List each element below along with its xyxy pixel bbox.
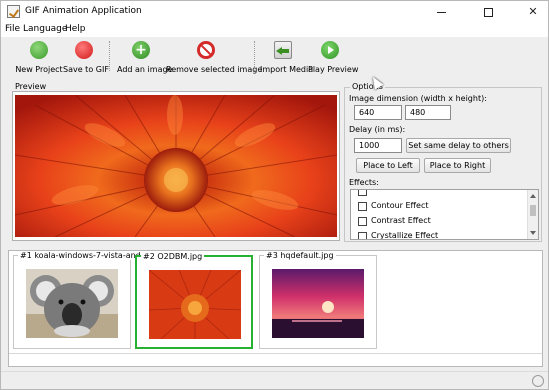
place-to-right-button[interactable]: Place to Right (424, 158, 491, 173)
status-bar (1, 371, 548, 389)
effect-row[interactable] (358, 190, 371, 200)
play-preview-label: Play Preview (308, 65, 359, 74)
menu-bar: File Language Help (1, 23, 548, 37)
red-circle-icon (75, 41, 93, 59)
menu-help[interactable]: Help (65, 24, 86, 34)
no-entry-icon (197, 41, 215, 59)
remove-image-label: Remove selected image (166, 65, 263, 74)
contrast-effect-label: Contrast Effect (371, 216, 431, 225)
frame-title: #1 koala-windows-7-vista-and-... (18, 251, 154, 260)
chrysanthemum-image (149, 270, 241, 339)
frame-card-2[interactable]: #2 O2DBM.jpg (135, 252, 253, 349)
contrast-effect-checkbox[interactable] (358, 216, 367, 226)
frames-panel: #1 koala-windows-7-vista-and-... #2 O2DB… (8, 250, 543, 367)
frame-title: #3 hqdefault.jpg (264, 251, 336, 260)
frame-card-1[interactable]: #1 koala-windows-7-vista-and-... (13, 251, 154, 349)
scroll-down-icon[interactable] (530, 231, 536, 235)
effect-row-contrast[interactable]: Contrast Effect (358, 216, 431, 230)
close-button[interactable]: ✕ (516, 1, 548, 23)
window-title: GIF Animation Application (25, 6, 142, 16)
close-icon: ✕ (528, 5, 538, 18)
koala-thumbnail (26, 269, 118, 338)
app-icon (7, 5, 20, 18)
set-same-delay-button[interactable]: Set same delay to others (406, 138, 511, 153)
sunset-thumbnail (272, 269, 364, 338)
image-dimension-label: Image dimension (width x height): (349, 94, 487, 103)
crystallize-effect-label: Crystallize Effect (371, 231, 439, 240)
height-input[interactable]: 480 (405, 105, 451, 120)
delay-input[interactable]: 1000 (354, 138, 402, 153)
width-input[interactable]: 640 (354, 105, 402, 120)
play-icon (321, 41, 339, 59)
place-to-left-button[interactable]: Place to Left (356, 158, 420, 173)
title-bar: GIF Animation Application ✕ (1, 1, 548, 23)
menu-language[interactable]: Language (23, 24, 67, 34)
scroll-up-icon[interactable] (530, 194, 536, 198)
sunset-image (272, 269, 364, 338)
contour-effect-checkbox[interactable] (358, 201, 367, 211)
green-circle-icon (30, 41, 48, 59)
toolbar-separator (109, 41, 110, 71)
import-media-label: Import Media (260, 65, 314, 74)
effect-checkbox[interactable] (358, 190, 367, 196)
menu-file[interactable]: File (5, 24, 20, 34)
import-arrow-icon (274, 41, 292, 59)
chrysanthemum-preview-image (15, 95, 337, 237)
effect-row-crystallize[interactable]: Crystallize Effect (358, 231, 439, 240)
delay-label: Delay (in ms): (349, 125, 406, 134)
effects-list: Contour Effect Contrast Effect Crystalli… (350, 189, 539, 240)
minimize-button[interactable] (424, 1, 458, 23)
preview-image (15, 95, 337, 237)
app-window: GIF Animation Application ✕ File Languag… (0, 0, 549, 390)
save-to-gif-label: Save to GIF (63, 65, 109, 74)
effect-row-contour[interactable]: Contour Effect (358, 201, 429, 215)
chrysanthemum-thumbnail (149, 270, 241, 339)
crystallize-effect-checkbox[interactable] (358, 231, 367, 239)
play-preview-button[interactable]: Play Preview (308, 39, 359, 75)
add-image-label: Add an image (117, 65, 173, 74)
frame-title: #2 O2DBM.jpg (141, 252, 205, 261)
add-image-button[interactable]: + Add an image (117, 39, 173, 75)
preview-panel (12, 91, 340, 241)
maximize-button[interactable] (471, 1, 505, 23)
koala-image (26, 269, 118, 338)
effects-scrollbar[interactable] (527, 190, 538, 239)
new-project-label: New Project (15, 65, 63, 74)
scroll-thumb[interactable] (530, 205, 536, 216)
plus-circle-icon: + (132, 41, 150, 59)
frames-horizontal-scrollbar[interactable] (9, 353, 542, 366)
toolbar: New Project Save to GIF + Add an image R… (1, 37, 548, 77)
preview-label: Preview (15, 82, 47, 91)
frame-card-3[interactable]: #3 hqdefault.jpg (259, 251, 377, 349)
new-project-button[interactable]: New Project (15, 39, 63, 75)
contour-effect-label: Contour Effect (371, 201, 429, 210)
minimize-icon (436, 11, 446, 13)
loading-indicator-icon (532, 375, 544, 387)
save-to-gif-button[interactable]: Save to GIF (63, 39, 109, 75)
import-media-button[interactable]: Import Media (260, 39, 314, 75)
toolbar-separator (254, 41, 255, 71)
effects-label: Effects: (349, 178, 379, 187)
maximize-icon (483, 7, 493, 17)
remove-image-button[interactable]: Remove selected image (166, 39, 263, 75)
